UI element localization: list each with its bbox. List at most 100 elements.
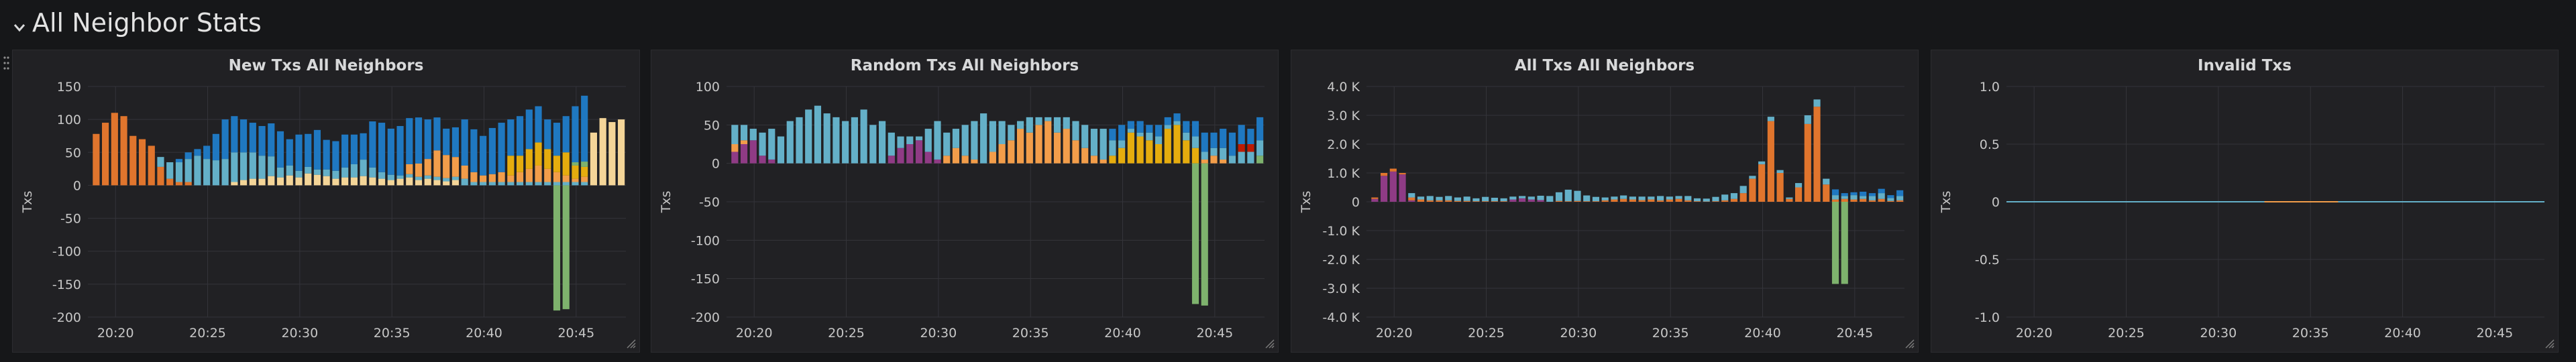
bar xyxy=(989,121,996,152)
panel-invalid-txs[interactable]: Invalid Txs 1.0 0.5 0 -0.5 -1.0 20:20 20:25 20:… xyxy=(1931,50,2559,353)
bar xyxy=(535,165,542,182)
bar xyxy=(759,156,766,164)
bar xyxy=(175,159,183,163)
bar xyxy=(833,117,840,164)
bar xyxy=(581,162,588,167)
bar xyxy=(1786,197,1793,199)
bar xyxy=(581,95,588,162)
bar xyxy=(470,182,478,186)
bar xyxy=(1666,196,1673,200)
bar xyxy=(1191,136,1199,148)
x-tick-label: 20:25 xyxy=(828,326,865,341)
bar xyxy=(1146,125,1153,133)
bar xyxy=(562,182,570,186)
y-tick-label: -2.0 K xyxy=(1322,253,1360,267)
panel-random-txs[interactable]: Random Txs All Neighbors 100 50 0 -50 -100 -1… xyxy=(651,50,1279,353)
bar xyxy=(1555,200,1563,202)
y-tick-label: -1.0 K xyxy=(1322,224,1360,239)
bar xyxy=(1721,194,1729,200)
bar xyxy=(1583,195,1591,202)
bar xyxy=(1210,132,1218,148)
bar xyxy=(1155,136,1163,144)
bar xyxy=(1537,195,1544,200)
bar xyxy=(415,163,423,177)
bar xyxy=(424,159,431,176)
bar xyxy=(1183,121,1190,133)
bar xyxy=(360,133,367,160)
bar xyxy=(507,156,515,176)
resize-handle-icon[interactable] xyxy=(2543,337,2555,349)
bar xyxy=(869,125,877,164)
row-title[interactable]: All Neighbor Stats xyxy=(32,8,262,38)
bar xyxy=(525,109,533,149)
bar xyxy=(360,160,367,176)
bar xyxy=(1868,196,1876,200)
bar xyxy=(451,176,460,180)
bar xyxy=(1247,144,1254,152)
chevron-down-icon[interactable] xyxy=(9,17,30,38)
bar xyxy=(212,160,219,186)
drag-handle-icon[interactable] xyxy=(3,55,9,71)
bar xyxy=(1026,117,1033,133)
bar xyxy=(1256,140,1264,156)
bar xyxy=(741,140,748,144)
bar xyxy=(1656,196,1664,200)
bar xyxy=(498,172,505,182)
bar xyxy=(943,156,951,164)
bar xyxy=(581,182,588,186)
bar xyxy=(934,121,941,160)
bar xyxy=(369,167,376,178)
bar xyxy=(1831,189,1839,196)
bar xyxy=(470,172,478,182)
row-header[interactable]: All Neighbor Stats xyxy=(0,0,2576,48)
bar xyxy=(1408,193,1415,198)
panel-new-txs[interactable]: New Txs All Neighbors 150 100 50 0 -50 -100 -1… xyxy=(12,50,640,353)
bar xyxy=(1146,132,1153,141)
x-tick-label: 20:40 xyxy=(2384,326,2421,341)
bar xyxy=(184,152,192,160)
y-tick-label: -1.0 xyxy=(1975,310,2000,325)
bar xyxy=(1445,200,1452,202)
bar xyxy=(313,169,321,175)
x-tick-label: 20:25 xyxy=(2108,326,2145,341)
bar xyxy=(1463,196,1470,201)
bar xyxy=(553,123,561,156)
y-tick-label: -150 xyxy=(691,272,720,287)
bar xyxy=(1445,196,1452,200)
panel-all-txs[interactable]: All Txs All Neighbors 4.0 K 3.0 K 2.0 K 1.0… xyxy=(1291,50,1919,353)
bar xyxy=(1749,178,1756,202)
bar xyxy=(1238,125,1245,144)
bar xyxy=(1850,195,1858,200)
bar xyxy=(562,185,570,310)
bar xyxy=(148,145,155,186)
bar xyxy=(823,113,830,164)
bar xyxy=(1509,196,1517,200)
bar xyxy=(276,131,284,168)
bar xyxy=(461,165,468,179)
bar xyxy=(1491,201,1498,202)
bar xyxy=(1090,129,1098,156)
bar xyxy=(194,149,201,156)
bar xyxy=(525,168,533,182)
y-axis-label: Txs xyxy=(20,191,35,214)
bar xyxy=(1118,140,1126,148)
y-tick-label: -50 xyxy=(699,195,720,210)
resize-handle-icon[interactable] xyxy=(1263,337,1275,349)
bar xyxy=(276,167,284,178)
bar xyxy=(396,175,404,179)
bar xyxy=(1035,125,1042,164)
bar xyxy=(1758,161,1766,165)
bar xyxy=(507,175,515,182)
bar xyxy=(971,159,978,164)
bar xyxy=(1164,125,1171,129)
bar xyxy=(759,132,766,156)
bar xyxy=(1850,192,1858,196)
bar xyxy=(1008,140,1015,164)
bar xyxy=(1118,147,1126,164)
bar xyxy=(1739,193,1747,202)
bar xyxy=(1008,125,1015,141)
resize-handle-icon[interactable] xyxy=(1903,337,1915,349)
bar xyxy=(480,182,487,186)
bar xyxy=(1860,198,1867,202)
resize-handle-icon[interactable] xyxy=(625,337,637,349)
